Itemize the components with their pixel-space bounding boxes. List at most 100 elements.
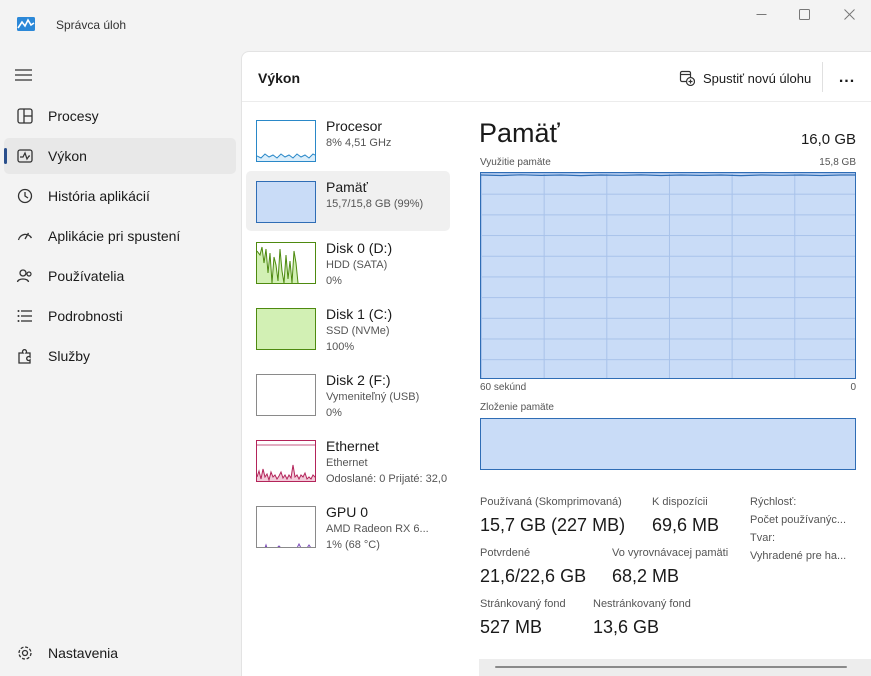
- device-detail: SSD (NVMe): [326, 325, 390, 337]
- in-use-value: 15,7 GB (227 MB): [480, 515, 626, 535]
- more-options-button[interactable]: ...: [836, 67, 858, 89]
- device-name: Procesor: [326, 118, 383, 134]
- sidebar-item-label: Nastavenia: [48, 645, 119, 661]
- device-item-ethernet[interactable]: Ethernet Ethernet Odoslané: 0 Prijaté: 3…: [246, 436, 458, 498]
- total-memory: 16,0 GB: [800, 131, 856, 148]
- more-icon: ...: [838, 69, 856, 86]
- cpu-thumbnail-graph: [256, 120, 316, 162]
- device-detail: Vymeniteľný (USB): [326, 391, 420, 403]
- maximize-icon: [798, 8, 810, 20]
- time-axis-left: 60 sekúnd: [480, 382, 527, 393]
- sidebar-item-performance[interactable]: Výkon: [4, 138, 236, 174]
- page-header: Výkon Spustiť novú úlohu ...: [242, 52, 871, 102]
- main-panel: Výkon Spustiť novú úlohu ... Procesor 8%…: [241, 51, 871, 676]
- device-detail: 15,7/15,8 GB (99%): [326, 198, 424, 210]
- available-label: K dispozícii: [652, 496, 708, 508]
- nonpaged-pool-label: Nestránkovaný fond: [593, 598, 691, 610]
- disk0-thumbnail-graph: [256, 242, 316, 284]
- list-icon: [17, 310, 32, 322]
- ethernet-thumbnail-graph: [256, 440, 316, 482]
- device-item-cpu[interactable]: Procesor 8% 4,51 GHz: [246, 116, 450, 178]
- performance-icon: [17, 149, 33, 163]
- grid-icon: [17, 108, 33, 124]
- scrollbar-thumb[interactable]: [495, 666, 847, 668]
- device-usage: 0%: [326, 407, 342, 419]
- run-new-task-button[interactable]: Spustiť novú úlohu: [679, 67, 811, 89]
- usage-line: [481, 174, 855, 177]
- minimize-icon: [756, 13, 766, 15]
- maximize-button[interactable]: [786, 4, 822, 24]
- page-title: Výkon: [258, 70, 301, 86]
- device-item-disk0[interactable]: Disk 0 (D:) HDD (SATA) 0%: [246, 238, 450, 300]
- horizontal-scrollbar[interactable]: [479, 659, 871, 676]
- sidebar-item-label: Procesy: [48, 108, 99, 124]
- in-use-label: Používaná (Skomprimovaná): [480, 496, 622, 508]
- title-bar: Správca úloh: [0, 0, 871, 50]
- cached-label: Vo vyrovnávacej pamäti: [612, 547, 729, 559]
- gpu-thumbnail-graph: [256, 506, 316, 548]
- device-item-disk1[interactable]: Disk 1 (C:) SSD (NVMe) 100%: [246, 304, 450, 366]
- sidebar-item-users[interactable]: Používatelia: [4, 258, 236, 294]
- device-name: Disk 0 (D:): [326, 240, 393, 256]
- detail-title: Pamäť: [479, 118, 560, 148]
- memory-thumbnail-graph: [256, 181, 316, 223]
- device-name: Disk 1 (C:): [326, 306, 393, 322]
- nonpaged-pool-value: 13,6 GB: [593, 617, 660, 637]
- speedometer-icon: [17, 232, 33, 241]
- device-usage: 1% (68 °C): [326, 539, 380, 551]
- disk2-thumbnail-graph: [256, 374, 316, 416]
- device-item-memory[interactable]: Pamäť 15,7/15,8 GB (99%): [246, 171, 450, 231]
- paged-pool-label: Stránkovaný fond: [480, 598, 566, 610]
- history-icon: [17, 188, 33, 204]
- new-task-icon: [679, 70, 695, 86]
- device-name: Disk 2 (F:): [326, 372, 391, 388]
- users-icon: [16, 269, 32, 283]
- device-item-gpu[interactable]: GPU 0 AMD Radeon RX 6... 1% (68 °C): [246, 502, 450, 564]
- close-button[interactable]: [831, 4, 867, 24]
- disk1-thumbnail-graph: [256, 308, 316, 350]
- task-manager-icon: [17, 17, 35, 31]
- close-icon: [843, 8, 855, 20]
- sidebar-item-details[interactable]: Podrobnosti: [4, 298, 236, 334]
- puzzle-icon: [18, 349, 31, 364]
- graph-grid: [481, 173, 855, 378]
- sidebar-item-label: Výkon: [48, 148, 87, 164]
- device-name: GPU 0: [326, 504, 369, 520]
- sidebar-item-label: Aplikácie pri spustení: [48, 228, 181, 244]
- sidebar-item-label: Služby: [48, 348, 91, 364]
- sidebar-item-app-history[interactable]: História aplikácií: [4, 178, 236, 214]
- hardware-reserved-label: Vyhradené pre ha...: [750, 550, 847, 562]
- hamburger-menu-icon[interactable]: [14, 67, 34, 83]
- device-detail: HDD (SATA): [326, 259, 388, 271]
- memory-usage-graph: [480, 172, 856, 379]
- device-detail: AMD Radeon RX 6...: [326, 523, 429, 535]
- device-detail: Ethernet: [326, 457, 368, 469]
- sidebar-item-label: Podrobnosti: [48, 308, 123, 324]
- usage-graph-label: Využitie pamäte: [480, 157, 551, 168]
- gear-icon: [18, 646, 32, 660]
- sidebar-item-label: História aplikácií: [48, 188, 150, 204]
- header-divider: [822, 62, 823, 92]
- speed-label: Rýchlosť:: [750, 496, 797, 508]
- cached-value: 68,2 MB: [612, 566, 680, 586]
- device-usage: Odoslané: 0 Prijaté: 32,0: [326, 473, 448, 485]
- sidebar-item-processes[interactable]: Procesy: [4, 98, 236, 134]
- sidebar-item-settings[interactable]: Nastavenia: [4, 635, 236, 671]
- memory-composition-bar: [480, 418, 856, 470]
- composition-label: Zloženie pamäte: [480, 402, 554, 413]
- available-value: 69,6 MB: [652, 515, 720, 535]
- time-axis-right: 0: [850, 382, 856, 393]
- form-factor-label: Tvar:: [750, 532, 776, 544]
- sidebar-item-services[interactable]: Služby: [4, 338, 236, 374]
- active-indicator: [4, 148, 7, 164]
- slots-used-label: Počet používanýc...: [750, 514, 846, 526]
- device-usage: 0%: [326, 275, 342, 287]
- device-usage: 100%: [326, 341, 355, 353]
- device-item-disk2[interactable]: Disk 2 (F:) Vymeniteľný (USB) 0%: [246, 370, 450, 432]
- sidebar-item-startup-apps[interactable]: Aplikácie pri spustení: [4, 218, 236, 254]
- minimize-button[interactable]: [743, 4, 779, 24]
- usage-graph-max: 15,8 GB: [819, 157, 856, 168]
- paged-pool-value: 527 MB: [480, 617, 543, 637]
- sidebar-item-label: Používatelia: [48, 268, 125, 284]
- device-detail: 8% 4,51 GHz: [326, 137, 392, 149]
